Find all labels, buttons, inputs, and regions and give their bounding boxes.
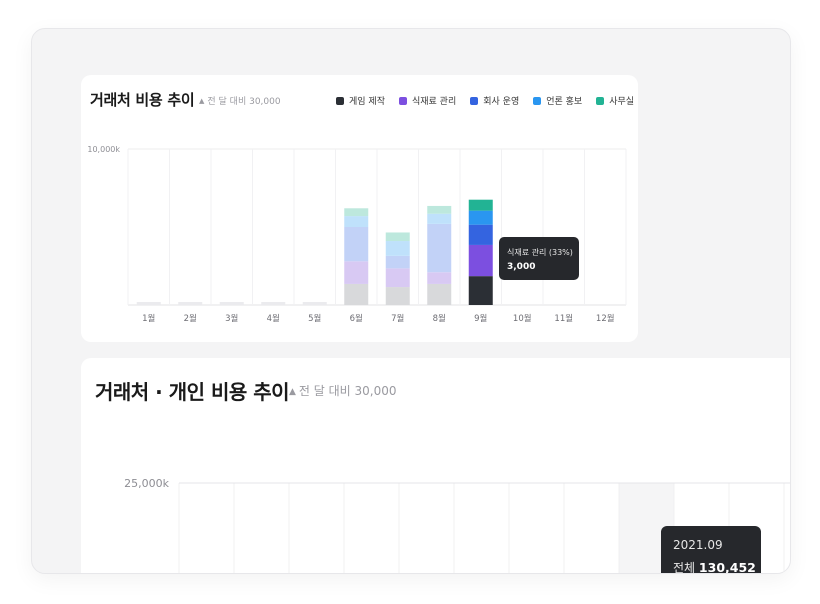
tooltip-label: 식재료 관리 (33%) [507,248,573,257]
tooltip-total-label: 전체 [673,561,696,574]
x-tick-label: 8월 [433,313,446,324]
empty-bar-placeholder [136,302,161,305]
empty-bar-placeholder [178,302,203,305]
tooltip-total-value: 130,452 [698,560,756,574]
bar-segment[interactable] [344,227,369,262]
bar-segment[interactable] [468,276,493,305]
bar-segment[interactable] [344,283,369,305]
bar-tooltip: 식재료 관리 (33%) 3,000 [499,237,579,280]
y-tick-label: 25,000k [124,477,169,490]
empty-bar-placeholder [219,302,244,305]
bar-segment[interactable] [427,283,452,305]
tooltip-total: 전체 130,452 [673,559,756,574]
bar-segment[interactable] [385,255,410,269]
bar-segment[interactable] [344,208,369,217]
empty-bar-placeholder [302,302,327,305]
bar-segment[interactable] [468,210,493,225]
x-tick-label: 10월 [513,313,532,324]
tooltip-value: 3,000 [507,262,536,272]
bar-segment[interactable] [427,272,452,284]
chart-grid [127,148,627,306]
stacked-bar-chart: 10,000k 1월 2월 3월 4월 5월 6월 7월 8월 9월 10월 11월 12월 [87,145,627,324]
bar-segment[interactable] [385,241,410,256]
x-tick-label: 7월 [391,313,404,324]
x-tick-label: 2월 [184,313,197,324]
line-tooltip: 2021.09 전체 130,452 [661,526,761,574]
x-tick-label: 6월 [350,313,363,324]
bar-segment[interactable] [427,213,452,224]
bar-segment[interactable] [468,199,493,211]
bar-segment[interactable] [344,261,369,284]
x-tick-label: 9월 [474,313,487,324]
bar-segment[interactable] [385,268,410,288]
vendor-personal-cost-card: 거래처 · 개인 비용 추이 ▲전 달 대비 30,000 25,000k10,… [81,358,790,574]
vendor-cost-card: 거래처 비용 추이 ▲ 전 달 대비 30,000 게임 제작 식재료 관리 회사 운… [81,75,638,342]
x-tick-label: 1월 [142,313,155,324]
x-tick-label: 4월 [267,313,280,324]
bar-segment[interactable] [427,205,452,214]
bar-segment[interactable] [468,244,493,277]
tooltip-date: 2021.09 [673,538,723,552]
bar-segment[interactable] [385,232,410,242]
bar-segment[interactable] [385,287,410,305]
bar-segment[interactable] [468,224,493,245]
x-tick-label: 12월 [596,313,615,324]
x-tick-label: 3월 [225,313,238,324]
x-tick-label: 11월 [554,313,573,324]
bar-segment[interactable] [427,223,452,273]
dashboard-frame: 거래처 비용 추이 ▲ 전 달 대비 30,000 게임 제작 식재료 관리 회사 운… [31,28,791,574]
empty-bar-placeholder [261,302,286,305]
y-tick-label: 10,000k [87,145,120,154]
x-tick-label: 5월 [308,313,321,324]
bar-segment[interactable] [344,216,369,227]
